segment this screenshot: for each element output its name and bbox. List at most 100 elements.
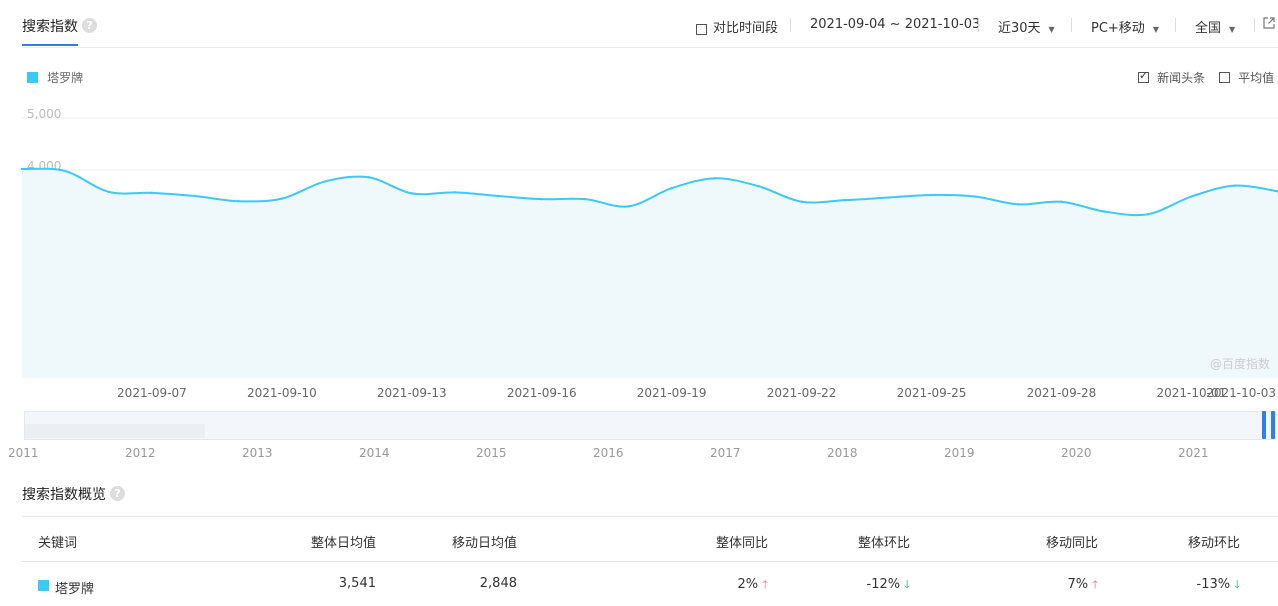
chevron-down-icon: ▼ bbox=[1229, 25, 1236, 34]
slider-year-label: 2011 bbox=[8, 446, 39, 460]
data-point[interactable] bbox=[973, 195, 977, 198]
data-point[interactable] bbox=[713, 177, 717, 180]
average-toggle[interactable]: 平均值 bbox=[1219, 67, 1274, 86]
data-point[interactable] bbox=[20, 167, 24, 171]
chevron-down-icon: ▼ bbox=[1152, 25, 1159, 34]
col-keyword: 关键词 bbox=[38, 536, 78, 551]
period-label: 近30天 bbox=[998, 21, 1041, 36]
legend-label: 塔罗牌 bbox=[47, 71, 84, 85]
slider-handle-right[interactable] bbox=[1271, 411, 1275, 439]
data-point[interactable] bbox=[1190, 195, 1193, 198]
mobile-avg-cell: 2,848 bbox=[479, 576, 517, 591]
page-title: 搜索指数 bbox=[22, 19, 78, 35]
slider-handle-left[interactable] bbox=[1262, 411, 1266, 439]
mobile-yoy-value: 7% bbox=[1067, 577, 1089, 592]
overall-mom-cell: -12% 🡓 bbox=[867, 576, 910, 595]
data-point[interactable] bbox=[453, 191, 457, 194]
news-checkbox[interactable] bbox=[1138, 69, 1149, 83]
device-label: PC+移动 bbox=[1091, 21, 1145, 36]
arrow-up-icon: 🡑 bbox=[1092, 578, 1098, 591]
data-point[interactable] bbox=[540, 197, 543, 201]
x-tick-label: 2021-10-03 bbox=[1206, 386, 1276, 400]
data-point[interactable] bbox=[1233, 184, 1236, 187]
keyword-cell: 塔罗牌 bbox=[55, 582, 95, 597]
x-tick-label: 2021-09-22 bbox=[767, 386, 837, 400]
overall-avg-cell: 3,541 bbox=[338, 576, 376, 591]
legend-swatch bbox=[27, 72, 38, 83]
col-mobile-mom: 移动环比 bbox=[1187, 536, 1240, 551]
data-point[interactable] bbox=[887, 196, 890, 199]
data-point[interactable] bbox=[323, 180, 327, 183]
overview-table: 关键词 整体日均值 移动日均值 整体同比 整体环比 移动同比 移动环比 塔罗牌 … bbox=[22, 516, 1278, 606]
divider bbox=[1071, 18, 1072, 32]
divider bbox=[978, 18, 979, 32]
data-point[interactable] bbox=[1146, 213, 1150, 216]
data-point[interactable] bbox=[757, 184, 760, 188]
data-point[interactable] bbox=[497, 194, 500, 198]
slider-year-label: 2021 bbox=[1178, 446, 1209, 460]
series-area-fill bbox=[22, 168, 1278, 378]
data-point[interactable] bbox=[1103, 210, 1106, 213]
y-tick-label: 5,000 bbox=[27, 107, 61, 121]
device-dropdown[interactable]: PC+移动 ▼ bbox=[1091, 17, 1159, 36]
col-overall-yoy: 整体同比 bbox=[715, 536, 768, 551]
region-dropdown[interactable]: 全国 ▼ bbox=[1195, 17, 1235, 36]
date-range-picker[interactable]: 2021-09-04 ~ 2021-10-03 bbox=[810, 17, 980, 32]
data-point[interactable] bbox=[800, 200, 803, 203]
slider-year-label: 2015 bbox=[476, 446, 507, 460]
data-point[interactable] bbox=[150, 191, 154, 195]
data-point[interactable] bbox=[1060, 200, 1063, 203]
x-tick-label: 2021-09-19 bbox=[637, 386, 707, 400]
col-overall-mom: 整体环比 bbox=[857, 536, 910, 551]
period-dropdown[interactable]: 近30天 ▼ bbox=[998, 17, 1055, 36]
slider-year-label: 2020 bbox=[1061, 446, 1092, 460]
question-icon[interactable]: ? bbox=[82, 18, 97, 33]
slider-year-label: 2019 bbox=[944, 446, 975, 460]
overview-title: 搜索指数概览 bbox=[22, 487, 106, 503]
overall-mom-value: -12% bbox=[866, 577, 901, 592]
mobile-mom-cell: -13% 🡓 bbox=[1197, 576, 1240, 595]
data-point[interactable] bbox=[1016, 203, 1020, 206]
compare-label[interactable]: 对比时间段 bbox=[713, 17, 778, 36]
slider-history-area bbox=[25, 424, 205, 438]
data-point[interactable] bbox=[194, 194, 197, 198]
divider bbox=[1254, 18, 1255, 32]
time-slider[interactable] bbox=[24, 411, 1276, 440]
mobile-yoy-cell: 7% 🡑 bbox=[1068, 576, 1099, 595]
data-point[interactable] bbox=[930, 193, 933, 197]
data-point[interactable] bbox=[843, 198, 847, 202]
col-overall-avg: 整体日均值 bbox=[310, 536, 376, 551]
header-bar: 搜索指数 ? 对比时间段 2021-09-04 ~ 2021-10-03 近30… bbox=[0, 0, 1278, 48]
data-point[interactable] bbox=[670, 187, 673, 190]
slider-year-label: 2018 bbox=[827, 446, 858, 460]
title-underline bbox=[22, 44, 78, 46]
table-row: 塔罗牌 3,541 2,848 2% 🡑 -12% 🡓 7% 🡑 -13% 🡓 bbox=[22, 562, 1278, 604]
news-label: 新闻头条 bbox=[1157, 71, 1206, 85]
data-point[interactable] bbox=[410, 192, 413, 195]
data-point[interactable] bbox=[627, 205, 630, 208]
external-link-icon[interactable] bbox=[1262, 16, 1276, 30]
watermark: @百度指数 bbox=[1210, 356, 1270, 371]
slider-year-label: 2016 bbox=[593, 446, 624, 460]
chart-legend[interactable]: 塔罗牌 bbox=[27, 67, 83, 86]
slider-year-label: 2017 bbox=[710, 446, 741, 460]
divider bbox=[790, 18, 791, 32]
col-mobile-avg: 移动日均值 bbox=[451, 536, 517, 551]
search-index-chart[interactable]: 1,0002,0003,0004,0005,0002021-09-072021-… bbox=[0, 100, 1278, 400]
mobile-mom-value: -13% bbox=[1196, 577, 1231, 592]
data-point[interactable] bbox=[367, 176, 370, 179]
data-point[interactable] bbox=[583, 197, 587, 201]
news-toggle[interactable]: 新闻头条 bbox=[1138, 67, 1205, 86]
question-icon[interactable]: ? bbox=[110, 486, 125, 501]
data-point[interactable] bbox=[237, 200, 240, 203]
slider-year-label: 2014 bbox=[359, 446, 390, 460]
header-divider bbox=[22, 47, 1278, 48]
data-point[interactable] bbox=[107, 190, 110, 194]
average-checkbox[interactable] bbox=[1219, 72, 1230, 83]
data-point[interactable] bbox=[280, 197, 284, 200]
arrow-down-icon: 🡓 bbox=[904, 578, 910, 591]
region-label: 全国 bbox=[1195, 21, 1222, 36]
data-point[interactable] bbox=[64, 169, 67, 173]
chevron-down-icon: ▼ bbox=[1048, 25, 1055, 34]
compare-checkbox[interactable] bbox=[696, 24, 707, 35]
